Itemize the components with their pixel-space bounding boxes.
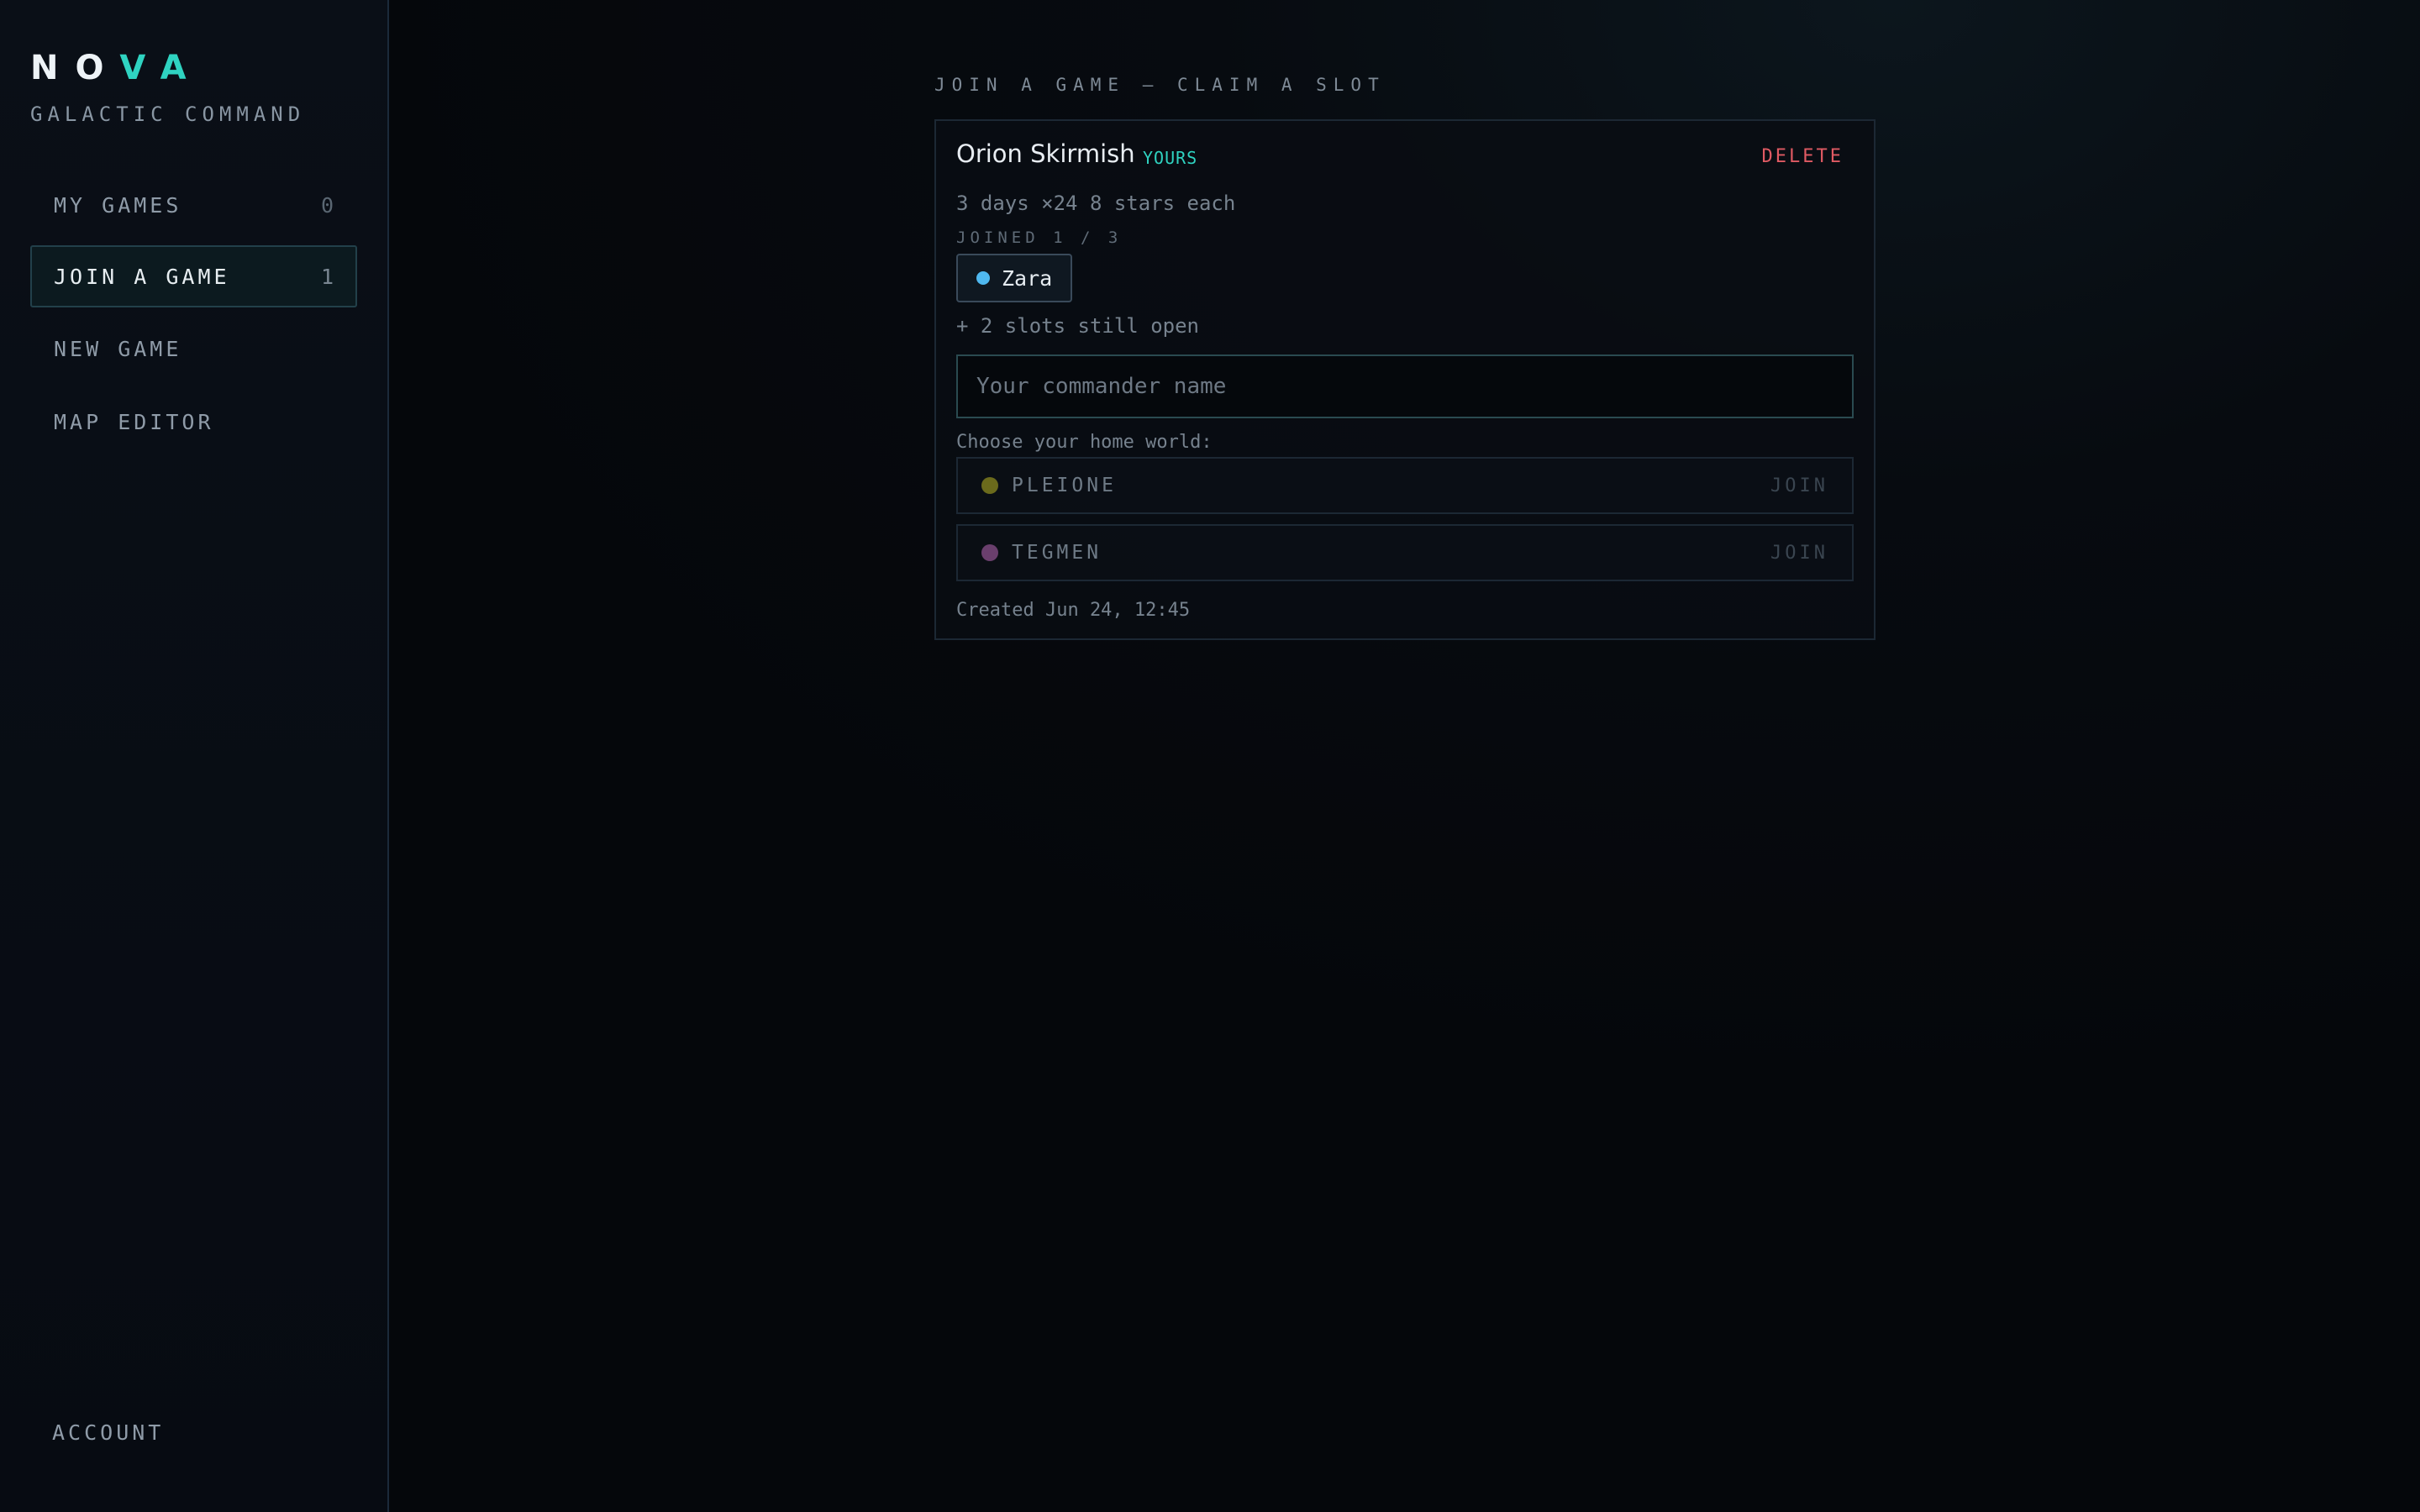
nav-item-count: 1 [320, 264, 334, 289]
nav-item-label: MAP EDITOR [54, 409, 214, 434]
world-color-dot [981, 544, 998, 561]
nav-item-new-game[interactable]: NEW GAME [30, 318, 357, 380]
world-name: TEGMEN [1012, 542, 1102, 564]
game-card: Orion Skirmish YOURS DELETE 3 days ×24 8… [934, 119, 1876, 640]
choose-world-label: Choose your home world: [956, 432, 1213, 453]
logo-part-2: VA [119, 49, 203, 87]
world-join-button[interactable]: JOIN [1770, 543, 1828, 564]
joined-count: JOINED 1 / 3 [956, 228, 1123, 247]
world-join-button[interactable]: JOIN [1770, 475, 1828, 496]
app-root: NOVA GALACTIC COMMAND MY GAMES 0 JOIN A … [0, 0, 2420, 1512]
page-title: JOIN A GAME — CLAIM A SLOT [934, 75, 1386, 95]
game-meta: 3 days ×24 8 stars each [956, 192, 1236, 215]
open-slots-text: + 2 slots still open [956, 314, 1199, 338]
nav-item-label: NEW GAME [54, 336, 182, 361]
commander-name-input[interactable] [956, 354, 1854, 418]
sidebar: NOVA GALACTIC COMMAND MY GAMES 0 JOIN A … [0, 0, 389, 1512]
nav-item-label: JOIN A GAME [54, 264, 230, 289]
nav-item-count: 0 [320, 192, 334, 218]
world-option-tegmen[interactable]: TEGMEN JOIN [956, 524, 1854, 581]
world-option-pleione[interactable]: PLEIONE JOIN [956, 457, 1854, 514]
nav-item-map-editor[interactable]: MAP EDITOR [30, 391, 357, 453]
nav-item-label: MY GAMES [54, 192, 182, 218]
player-chip: Zara [956, 254, 1072, 302]
world-color-dot [981, 477, 998, 494]
player-color-dot [976, 271, 990, 285]
nav-item-join-a-game[interactable]: JOIN A GAME 1 [30, 245, 357, 307]
player-name: Zara [1002, 265, 1053, 291]
logo: NOVA [30, 49, 203, 87]
ownership-badge: YOURS [1143, 148, 1198, 168]
nav-item-my-games[interactable]: MY GAMES 0 [30, 174, 357, 236]
created-timestamp: Created Jun 24, 12:45 [956, 600, 1191, 621]
account-link[interactable]: ACCOUNT [52, 1420, 164, 1445]
game-title: Orion Skirmish [956, 139, 1135, 168]
world-name: PLEIONE [1012, 475, 1117, 496]
app-subtitle: GALACTIC COMMAND [30, 102, 306, 126]
logo-part-1: NO [30, 49, 120, 87]
delete-button[interactable]: DELETE [1762, 146, 1844, 167]
